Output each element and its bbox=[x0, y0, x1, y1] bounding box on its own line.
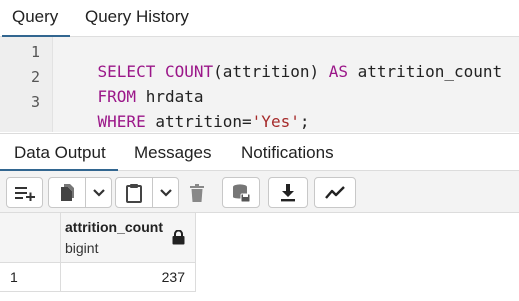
row-number[interactable]: 1 bbox=[0, 263, 61, 292]
column-type: bigint bbox=[65, 240, 99, 256]
line-number: 3 bbox=[30, 93, 40, 111]
code-token: ; bbox=[299, 112, 310, 131]
copy-button[interactable] bbox=[49, 178, 87, 207]
copy-icon bbox=[61, 183, 75, 201]
tab-notifications[interactable]: Notifications bbox=[241, 134, 334, 171]
download-button[interactable] bbox=[268, 177, 308, 208]
add-row-icon bbox=[14, 186, 35, 201]
line-number-gutter: 1 2 3 bbox=[0, 37, 53, 132]
graph-icon bbox=[325, 185, 345, 199]
tab-messages[interactable]: Messages bbox=[134, 134, 211, 171]
column-header[interactable]: attrition_count bigint bbox=[61, 213, 196, 263]
keyword-token: AS bbox=[328, 62, 348, 81]
paste-button[interactable] bbox=[116, 178, 154, 207]
code-token: (attrition) bbox=[213, 62, 329, 81]
result-grid: attrition_count bigint 1 237 bbox=[0, 213, 519, 301]
save-data-icon bbox=[233, 183, 251, 202]
download-icon bbox=[281, 183, 295, 201]
paste-options-dropdown[interactable] bbox=[153, 178, 178, 207]
string-token: 'Yes' bbox=[251, 112, 300, 131]
lock-icon bbox=[172, 230, 185, 245]
tab-data-output[interactable]: Data Output bbox=[0, 134, 118, 172]
data-output-toolbar bbox=[0, 171, 519, 213]
copy-options-dropdown[interactable] bbox=[86, 178, 111, 207]
code-token: attrition= bbox=[145, 112, 252, 131]
line-number: 2 bbox=[30, 68, 40, 86]
chevron-down-icon bbox=[92, 188, 105, 197]
tab-query[interactable]: Query bbox=[1, 0, 71, 38]
chevron-down-icon bbox=[159, 188, 172, 197]
graph-visualiser-button[interactable] bbox=[314, 177, 356, 208]
delete-icon bbox=[190, 183, 204, 202]
column-name: attrition_count bbox=[65, 219, 163, 235]
copy-button-group bbox=[48, 177, 112, 208]
keyword-token: WHERE bbox=[97, 112, 146, 131]
code-token: attrition_count bbox=[348, 62, 503, 81]
sql-editor[interactable]: 1 2 3 SELECT COUNT(attrition) AS attriti… bbox=[0, 37, 519, 132]
query-tab-bar: Query Query History bbox=[0, 0, 519, 38]
grid-corner-cell bbox=[0, 213, 61, 263]
paste-button-group bbox=[115, 177, 179, 208]
save-data-button[interactable] bbox=[222, 177, 260, 208]
tab-query-history[interactable]: Query History bbox=[85, 0, 189, 37]
output-tab-bar: Data Output Messages Notifications bbox=[0, 133, 519, 172]
delete-button[interactable] bbox=[182, 177, 212, 208]
paste-icon bbox=[126, 183, 143, 203]
add-row-button[interactable] bbox=[6, 177, 43, 208]
line-number: 1 bbox=[30, 43, 40, 61]
table-cell[interactable]: 237 bbox=[61, 263, 196, 292]
